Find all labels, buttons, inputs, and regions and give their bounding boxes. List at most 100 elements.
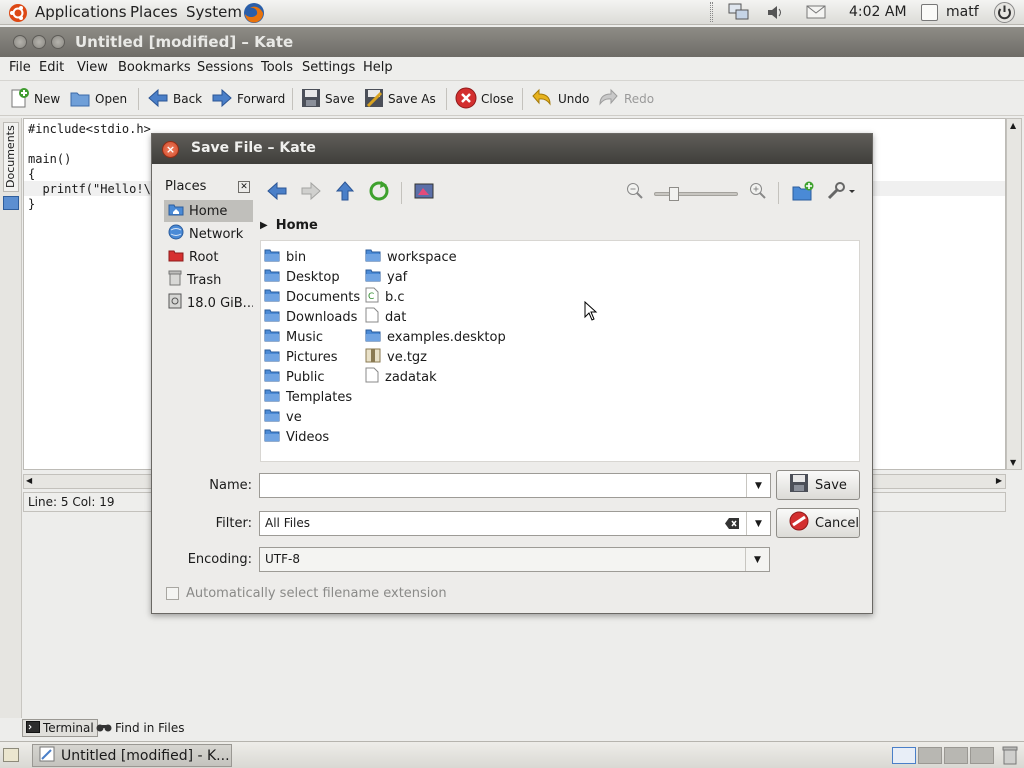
nav-back-button[interactable] [265,181,289,205]
filter-combobox[interactable]: All Files ▼ [259,511,771,536]
list-item[interactable]: zadatak [365,367,437,387]
scroll-down-arrow-icon[interactable]: ▼ [1010,458,1016,467]
list-item[interactable]: Documents [264,287,360,307]
file-list-view[interactable]: bin Desktop Documents Downloads Music Pi… [260,240,860,462]
list-item[interactable]: Cb.c [365,287,405,307]
workspace-4[interactable] [970,747,994,764]
list-item[interactable]: Music [264,327,323,347]
reload-button[interactable] [367,181,391,205]
power-icon[interactable] [993,1,1016,28]
system-menu[interactable]: System [186,3,242,21]
places-menu[interactable]: Places [130,3,178,21]
window-maximize-button[interactable] [51,35,65,49]
scroll-right-arrow-icon[interactable]: ▶ [996,476,1002,485]
close-places-icon[interactable]: ✕ [238,181,250,193]
redo-button[interactable]: Redo [596,88,654,110]
top-panel: Applications Places System 4:02 AM matf [0,0,1024,25]
zoom-out-button[interactable] [623,181,647,205]
trash-icon[interactable] [1002,745,1018,768]
firefox-icon[interactable] [242,1,266,29]
filter-input[interactable]: All Files [265,516,310,530]
list-item[interactable]: workspace [365,247,457,267]
list-item[interactable]: dat [365,307,406,327]
list-item[interactable]: Downloads [264,307,357,327]
find-in-files-tab[interactable]: Find in Files [96,719,185,737]
terminal-tab[interactable]: Terminal [22,719,98,737]
place-root[interactable]: Root [164,246,253,268]
applications-menu[interactable]: Applications [35,3,127,21]
breadcrumb[interactable]: ▶ Home [260,218,318,233]
encoding-select[interactable]: UTF-8 ▼ [259,547,770,572]
list-item[interactable]: ve [264,407,302,427]
new-folder-button[interactable] [791,181,815,205]
encoding-dropdown-button[interactable]: ▼ [745,548,769,571]
scroll-left-arrow-icon[interactable]: ◀ [26,476,32,485]
network-icon[interactable] [728,3,750,26]
menu-help[interactable]: Help [363,60,393,75]
list-item[interactable]: examples.desktop [365,327,506,347]
clock[interactable]: 4:02 AM [849,4,907,20]
place-home[interactable]: Home [164,200,253,222]
filesystem-browser-icon[interactable] [3,196,19,210]
menu-settings[interactable]: Settings [302,60,355,75]
menu-edit[interactable]: Edit [39,60,64,75]
back-button[interactable]: Back [147,88,202,110]
dialog-close-button[interactable]: × [162,141,179,158]
user-name[interactable]: matf [946,4,979,20]
workspace-3[interactable] [944,747,968,764]
close-document-button[interactable]: Close [455,87,514,110]
name-dropdown-button[interactable]: ▼ [746,474,770,497]
reload-icon [369,181,389,205]
nav-forward-button[interactable] [299,181,323,205]
nav-up-button[interactable] [333,181,357,205]
ubuntu-logo-icon[interactable] [8,3,28,27]
forward-button[interactable]: Forward [211,88,285,110]
save-toolbar-button[interactable]: Save [301,88,354,110]
options-menu-button[interactable] [824,181,858,205]
trash-can-icon [168,270,182,290]
show-desktop-icon[interactable] [3,748,19,762]
editor-vertical-scrollbar[interactable]: ▲ ▼ [1006,118,1022,470]
volume-icon[interactable] [766,4,784,25]
place-trash[interactable]: Trash [164,269,253,291]
menu-sessions[interactable]: Sessions [197,60,253,75]
save-button[interactable]: Save [776,470,860,500]
preview-button[interactable] [412,181,436,205]
menu-file[interactable]: File [9,60,31,75]
breadcrumb-home[interactable]: Home [276,218,318,233]
filter-dropdown-button[interactable]: ▼ [746,512,770,535]
documents-side-tab[interactable]: Documents [3,122,19,192]
scroll-up-arrow-icon[interactable]: ▲ [1010,121,1016,130]
menu-bookmarks[interactable]: Bookmarks [118,60,191,75]
list-item[interactable]: Templates [264,387,352,407]
list-item[interactable]: bin [264,247,306,267]
auto-extension-checkbox[interactable] [166,587,179,600]
cancel-button[interactable]: Cancel [776,508,860,538]
list-item[interactable]: Videos [264,427,329,447]
zoom-slider[interactable] [654,187,738,201]
place-volume[interactable]: 18.0 GiB... [164,292,253,314]
window-close-button[interactable] [13,35,27,49]
list-item[interactable]: yaf [365,267,407,287]
clear-text-icon[interactable] [724,517,740,533]
new-button[interactable]: New [8,87,60,110]
workspace-1[interactable] [892,747,916,764]
open-button[interactable]: Open [69,88,127,110]
save-as-button[interactable]: Save As [364,88,436,110]
place-network[interactable]: Network [164,223,253,245]
zoom-slider-handle[interactable] [669,187,679,201]
workspace-2[interactable] [918,747,942,764]
list-item[interactable]: ve.tgz [365,347,427,367]
menu-view[interactable]: View [77,60,108,75]
window-minimize-button[interactable] [32,35,46,49]
taskbar-item-kate[interactable]: Untitled [modified] - K... [32,744,232,767]
undo-button[interactable]: Undo [530,88,589,110]
menu-tools[interactable]: Tools [261,60,293,75]
name-combobox[interactable]: ▼ [259,473,771,498]
auto-extension-option[interactable]: Automatically select filename extension [166,586,447,601]
list-item[interactable]: Public [264,367,324,387]
mail-icon[interactable] [806,5,826,23]
zoom-in-button[interactable] [746,181,770,205]
list-item[interactable]: Desktop [264,267,340,287]
list-item[interactable]: Pictures [264,347,337,367]
